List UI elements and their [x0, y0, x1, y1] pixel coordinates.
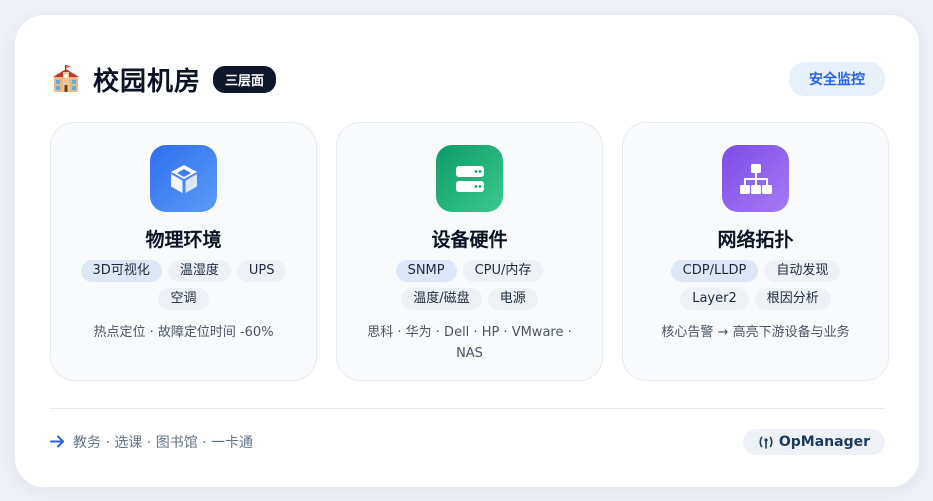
panel-row: 物理环境 3D可视化 温湿度 UPS 空调 热点定位 · 故障定位时间 -60%: [50, 122, 889, 381]
school-icon: [53, 65, 79, 92]
tag: 电源: [487, 288, 538, 310]
network-icon: [739, 163, 772, 194]
tag: 根因分析: [754, 288, 831, 310]
tag: 空调: [158, 288, 209, 310]
panel-device-hardware[interactable]: 设备硬件 SNMP CPU/内存 温度/磁盘 电源 思科 · 华为 · Dell…: [336, 122, 603, 381]
tag-list: 3D可视化 温湿度 UPS 空调: [69, 260, 299, 310]
panel-description: 核心告警 → 高亮下游设备与业务: [661, 325, 850, 340]
panel-icon-tile: [436, 145, 503, 212]
tag: 自动发现: [764, 260, 841, 282]
cube-icon: [170, 164, 197, 193]
main-card: 校园机房 三层面 安全监控 物理环境 3D可视化 温湿度 UPS 空调 热点定位: [14, 14, 920, 488]
arrow-right-icon: [50, 435, 64, 448]
tag: Layer2: [680, 288, 749, 310]
layer-badge: 三层面: [213, 65, 277, 93]
header: 校园机房 三层面 安全监控: [51, 59, 885, 99]
panel-description: 热点定位 · 故障定位时间 -60%: [93, 325, 274, 340]
panel-physical-environment[interactable]: 物理环境 3D可视化 温湿度 UPS 空调 热点定位 · 故障定位时间 -60%: [50, 122, 317, 381]
footer: 教务 · 选课 · 图书馆 · 一卡通 OpManager: [50, 428, 885, 455]
divider: [50, 408, 885, 409]
business-systems-text: 教务 · 选课 · 图书馆 · 一卡通: [73, 434, 254, 451]
panel-description: 思科 · 华为 · Dell · HP · VMware · NAS: [367, 325, 572, 361]
panel-icon-tile: [150, 145, 217, 212]
panel-title: 物理环境: [145, 229, 222, 251]
panel-icon-tile: [722, 145, 789, 212]
tag: CPU/内存: [462, 260, 544, 282]
panel-network-topology[interactable]: 网络拓扑 CDP/LLDP 自动发现 Layer2 根因分析 核心告警 → 高亮…: [622, 122, 889, 381]
panel-title: 网络拓扑: [717, 229, 794, 251]
page-title: 校园机房: [93, 66, 202, 97]
tag: UPS: [236, 260, 287, 282]
security-monitor-button[interactable]: 安全监控: [789, 62, 885, 96]
opmanager-badge[interactable]: OpManager: [742, 428, 885, 455]
tag: CDP/LLDP: [670, 260, 759, 282]
tag: 3D可视化: [80, 260, 162, 282]
tag-list: SNMP CPU/内存 温度/磁盘 电源: [355, 260, 585, 310]
panel-title: 设备硬件: [431, 229, 508, 251]
antenna-icon: [759, 436, 773, 449]
tag: 温湿度: [167, 260, 231, 282]
tag: SNMP: [395, 260, 457, 282]
server-icon: [455, 165, 484, 192]
tag-list: CDP/LLDP 自动发现 Layer2 根因分析: [641, 260, 871, 310]
opmanager-label: OpManager: [778, 433, 870, 450]
tag: 温度/磁盘: [401, 288, 482, 310]
